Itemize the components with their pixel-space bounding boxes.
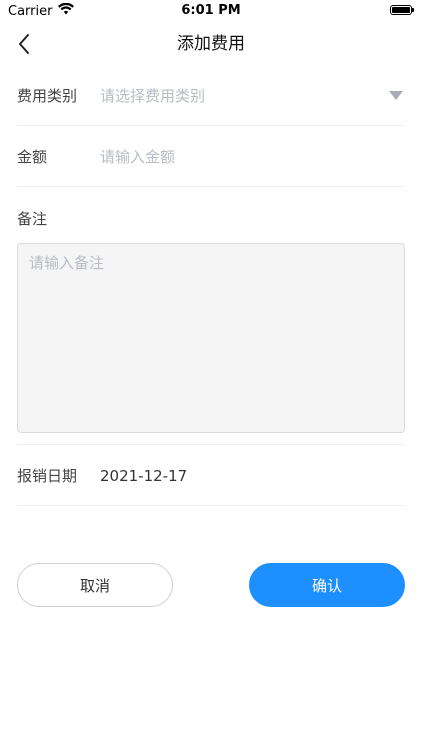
- battery-icon: [390, 5, 414, 15]
- date-row[interactable]: 报销日期 2021-12-17: [17, 446, 405, 506]
- category-select[interactable]: 请选择费用类别: [100, 85, 389, 106]
- date-value[interactable]: 2021-12-17: [100, 467, 405, 485]
- page-title: 添加费用: [177, 34, 245, 54]
- category-label: 费用类别: [17, 87, 78, 105]
- amount-input[interactable]: [100, 147, 405, 166]
- remark-textarea[interactable]: [17, 243, 405, 433]
- category-row[interactable]: 费用类别 请选择费用类别: [17, 66, 405, 126]
- cancel-button[interactable]: 取消: [17, 563, 173, 607]
- amount-row: 金额: [17, 127, 405, 187]
- status-time: 6:01 PM: [181, 3, 241, 18]
- remark-label: 备注: [17, 210, 48, 228]
- remark-section: 备注: [17, 188, 405, 445]
- date-label: 报销日期: [17, 467, 78, 485]
- amount-label: 金额: [17, 148, 48, 166]
- confirm-button[interactable]: 确认: [249, 563, 405, 607]
- nav-bar: 添加费用: [0, 22, 422, 66]
- triangle-down-icon[interactable]: [389, 91, 403, 100]
- status-bar: Carrier 6:01 PM: [0, 0, 422, 22]
